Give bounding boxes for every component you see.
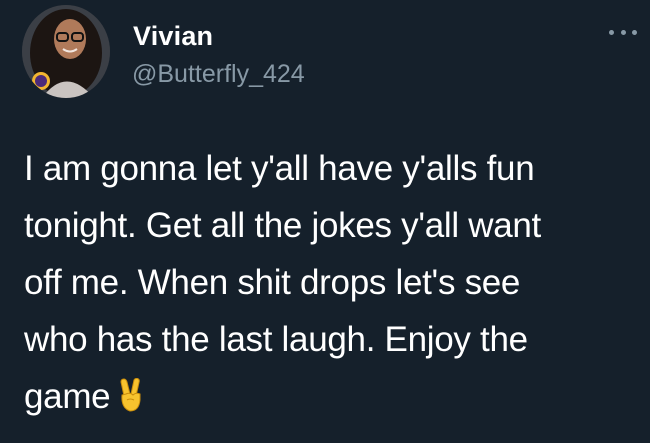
tweet-line: tonight. Get all the jokes y'all want: [24, 206, 541, 245]
more-dot: [632, 29, 637, 35]
tweet-line: off me. When shit drops let's see: [24, 263, 521, 302]
victory-hand-icon: [118, 372, 144, 429]
more-dot: [609, 29, 614, 35]
tweet-text: I am gonna let y'all have y'alls fun ton…: [24, 140, 634, 429]
avatar[interactable]: [22, 5, 110, 98]
tweet-last-line: game: [24, 368, 634, 429]
user-handle[interactable]: @Butterfly_424: [132, 60, 305, 89]
tweet-line: I am gonna let y'all have y'alls fun: [24, 149, 535, 188]
tweet: Vivian @Butterfly_424 I am gonna let y'a…: [0, 0, 650, 443]
tweet-line: who has the last laugh. Enjoy the: [24, 320, 528, 359]
display-name[interactable]: Vivian: [133, 21, 213, 52]
tweet-line: game: [24, 377, 111, 416]
more-dot: [620, 29, 626, 35]
more-options-button[interactable]: [606, 22, 640, 42]
profile-photo: [22, 5, 110, 98]
